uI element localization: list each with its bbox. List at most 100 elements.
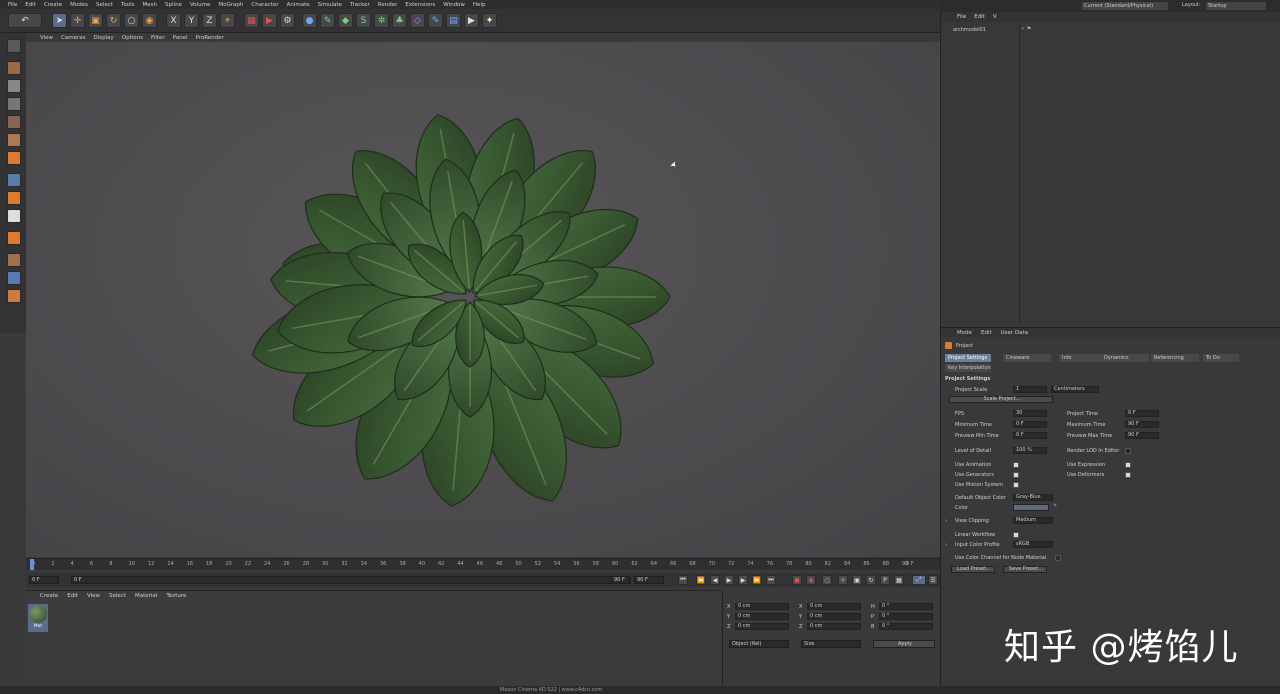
menu-create[interactable]: Create bbox=[44, 2, 62, 8]
coord-mode-dropdown[interactable]: Object (Rel) bbox=[729, 640, 789, 648]
playhead-marker[interactable] bbox=[30, 559, 34, 570]
model-mode-icon[interactable] bbox=[7, 61, 21, 75]
render-view-icon[interactable]: ▦ bbox=[244, 13, 259, 28]
object-flags-icon[interactable]: ✓ ⚑ bbox=[1021, 26, 1031, 32]
timeline-icon[interactable]: ⤢ bbox=[912, 575, 926, 585]
tab-referencing[interactable]: Referencing bbox=[1151, 354, 1199, 362]
coord-value-field[interactable]: 0 cm bbox=[735, 603, 789, 610]
move-cursor-icon[interactable]: ➤ bbox=[52, 13, 67, 28]
linear-workflow-checkbox[interactable] bbox=[1013, 532, 1019, 538]
scale-key-icon[interactable]: ▣ bbox=[852, 575, 862, 585]
project-scale-unit-dropdown[interactable]: Centimeters bbox=[1051, 386, 1099, 393]
default-color-dropdown[interactable]: Gray-Blue bbox=[1013, 494, 1053, 501]
select-icon[interactable]: ◉ bbox=[142, 13, 157, 28]
coord-value-field[interactable]: 0 cm bbox=[807, 613, 861, 620]
deformer-icon[interactable]: ◇ bbox=[410, 13, 425, 28]
save-preset-button[interactable]: Save Preset... bbox=[1003, 566, 1047, 573]
color-picker-icon[interactable]: ✎ bbox=[1053, 503, 1057, 509]
material-menu-material[interactable]: Material bbox=[135, 593, 157, 599]
object-menu-view[interactable]: V bbox=[993, 14, 997, 22]
menu-simulate[interactable]: Simulate bbox=[318, 2, 342, 8]
use-animation-checkbox[interactable] bbox=[1013, 462, 1019, 468]
use-motion-checkbox[interactable] bbox=[1013, 482, 1019, 488]
viewport-menu-prorender[interactable]: ProRender bbox=[196, 35, 224, 41]
play-icon[interactable]: ▶ bbox=[724, 575, 734, 585]
menu-select[interactable]: Select bbox=[96, 2, 113, 8]
texture-mode-icon[interactable] bbox=[7, 79, 21, 93]
coord-value-field[interactable]: 0 ° bbox=[879, 603, 933, 610]
viewport-menu-panel[interactable]: Panel bbox=[173, 35, 188, 41]
edges-mode-icon[interactable] bbox=[7, 133, 21, 147]
coord-value-field[interactable]: 0 ° bbox=[879, 623, 933, 630]
tab-key-interpolation[interactable]: Key Interpolation bbox=[945, 364, 991, 372]
input-profile-dropdown[interactable]: sRGB bbox=[1013, 541, 1053, 548]
light-icon[interactable]: ✦ bbox=[482, 13, 497, 28]
scale-project-button[interactable]: Scale Project... bbox=[949, 396, 1053, 403]
coordinate-system-icon[interactable]: ⌖ bbox=[220, 13, 235, 28]
render-picture-viewer-icon[interactable]: ▶ bbox=[262, 13, 277, 28]
preview-min-field[interactable]: 0 F bbox=[1013, 432, 1047, 439]
material-menu-view[interactable]: View bbox=[87, 593, 100, 599]
load-preset-button[interactable]: Load Preset... bbox=[951, 566, 995, 573]
current-frame-field[interactable]: 0 F bbox=[29, 576, 59, 584]
viewport-menu-filter[interactable]: Filter bbox=[151, 35, 165, 41]
menu-modes[interactable]: Modes bbox=[70, 2, 88, 8]
viewport-menu-display[interactable]: Display bbox=[94, 35, 114, 41]
tab-cineware[interactable]: Cineware bbox=[1003, 354, 1051, 362]
menu-character[interactable]: Character bbox=[251, 2, 278, 8]
menu-edit[interactable]: Edit bbox=[25, 2, 36, 8]
menu-volume[interactable]: Volume bbox=[190, 2, 210, 8]
menu-window[interactable]: Window bbox=[443, 2, 465, 8]
menu-file[interactable]: File bbox=[8, 2, 17, 8]
node-color-checkbox[interactable] bbox=[1055, 555, 1061, 561]
x-axis-icon[interactable]: X bbox=[166, 13, 181, 28]
use-deformers-checkbox[interactable] bbox=[1125, 472, 1131, 478]
pen-icon[interactable]: ✎ bbox=[320, 13, 335, 28]
menu-render[interactable]: Render bbox=[378, 2, 398, 8]
view-clipping-dropdown[interactable]: Medium bbox=[1013, 517, 1053, 524]
end-frame-field[interactable]: 90 F bbox=[634, 576, 664, 584]
snap-icon[interactable] bbox=[7, 191, 21, 205]
apply-button[interactable]: Apply bbox=[873, 640, 935, 648]
param-key-icon[interactable]: P bbox=[880, 575, 890, 585]
move-icon[interactable]: ✛ bbox=[70, 13, 85, 28]
coord-size-dropdown[interactable]: Size bbox=[801, 640, 861, 648]
coord-value-field[interactable]: 0 ° bbox=[879, 613, 933, 620]
prev-frame-icon[interactable]: ◀ bbox=[710, 575, 720, 585]
cube-icon[interactable]: ● bbox=[302, 13, 317, 28]
field-icon[interactable]: ✎ bbox=[428, 13, 443, 28]
menu-extensions[interactable]: Extensions bbox=[405, 2, 435, 8]
subdivision-icon[interactable]: ◆ bbox=[338, 13, 353, 28]
material-menu-edit[interactable]: Edit bbox=[67, 593, 78, 599]
array-icon[interactable]: ✲ bbox=[374, 13, 389, 28]
points-mode-icon[interactable] bbox=[7, 115, 21, 129]
material-slot[interactable]: Mat bbox=[28, 604, 48, 632]
pla-key-icon[interactable]: ▦ bbox=[894, 575, 904, 585]
tweak-mode-icon[interactable] bbox=[7, 289, 21, 303]
workplane-icon[interactable] bbox=[7, 97, 21, 111]
spline-icon[interactable]: S bbox=[356, 13, 371, 28]
attr-menu-userdata[interactable]: User Data bbox=[1001, 330, 1028, 336]
goto-end-icon[interactable]: ⏭ bbox=[766, 575, 776, 585]
max-time-field[interactable]: 90 F bbox=[1125, 421, 1159, 428]
object-menu-edit[interactable]: Edit bbox=[974, 14, 985, 22]
locked-workplane-icon[interactable] bbox=[7, 253, 21, 267]
solo-icon[interactable] bbox=[7, 209, 21, 223]
coord-value-field[interactable]: 0 cm bbox=[807, 603, 861, 610]
rotate-icon[interactable]: ↻ bbox=[106, 13, 121, 28]
color-swatch[interactable] bbox=[1013, 504, 1049, 511]
enable-axis-icon[interactable] bbox=[7, 173, 21, 187]
z-axis-icon[interactable]: Z bbox=[202, 13, 217, 28]
menu-help[interactable]: Help bbox=[473, 2, 486, 8]
range-end-field[interactable]: 90 F bbox=[611, 576, 629, 584]
viewport-menu-view[interactable]: View bbox=[40, 35, 53, 41]
quantize-icon[interactable] bbox=[7, 231, 21, 245]
viewport-menu-cameras[interactable]: Cameras bbox=[61, 35, 85, 41]
polygons-mode-icon[interactable] bbox=[7, 151, 21, 165]
prev-key-icon[interactable]: ⏪ bbox=[696, 575, 706, 585]
menu-animate[interactable]: Animate bbox=[287, 2, 310, 8]
undo-icon[interactable]: ↶ bbox=[8, 13, 42, 28]
project-scale-field[interactable]: 1 bbox=[1013, 386, 1047, 393]
tab-info[interactable]: Info bbox=[1059, 354, 1107, 362]
coord-value-field[interactable]: 0 cm bbox=[735, 623, 789, 630]
